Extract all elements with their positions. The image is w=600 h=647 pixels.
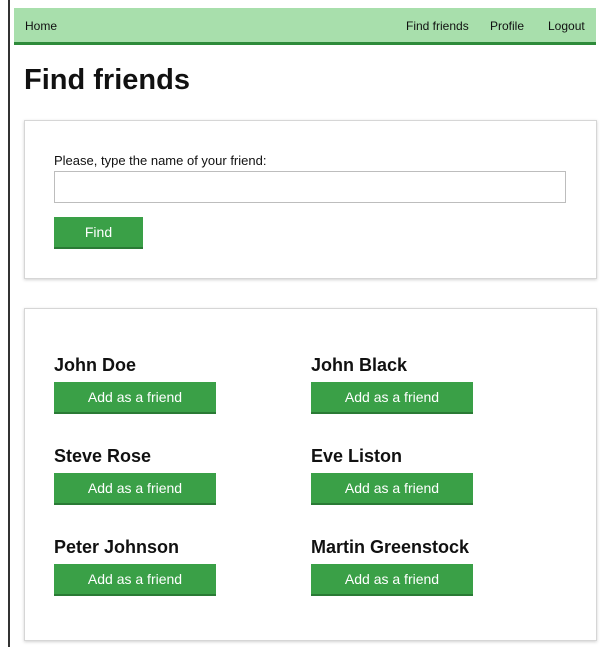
friend-name-input[interactable]: [54, 171, 566, 203]
nav-find-friends-link[interactable]: Find friends: [406, 19, 469, 33]
friend-name: John Black: [311, 355, 408, 375]
nav-logout-link[interactable]: Logout: [548, 19, 585, 33]
add-friend-button[interactable]: Add as a friend: [311, 564, 473, 596]
search-label: Please, type the name of your friend:: [54, 153, 267, 168]
add-friend-button[interactable]: Add as a friend: [311, 382, 473, 414]
add-friend-button[interactable]: Add as a friend: [54, 473, 216, 505]
nav-home-link[interactable]: Home: [25, 19, 57, 33]
friend-name: Eve Liston: [311, 446, 403, 466]
top-navbar: Home Find friends Profile Logout: [14, 8, 596, 45]
friend-name: John Doe: [54, 355, 137, 375]
friend-name: Peter Johnson: [54, 537, 180, 557]
page-title: Find friends: [24, 64, 190, 96]
nav-profile-link[interactable]: Profile: [490, 19, 524, 33]
results-card: John Doe Add as a friend John Black Add …: [24, 308, 597, 641]
add-friend-button[interactable]: Add as a friend: [54, 564, 216, 596]
find-button[interactable]: Find: [54, 217, 143, 249]
add-friend-button[interactable]: Add as a friend: [311, 473, 473, 505]
add-friend-button[interactable]: Add as a friend: [54, 382, 216, 414]
friend-name: Steve Rose: [54, 446, 152, 466]
friend-name: Martin Greenstock: [311, 537, 470, 557]
search-card: Please, type the name of your friend: Fi…: [24, 120, 597, 279]
